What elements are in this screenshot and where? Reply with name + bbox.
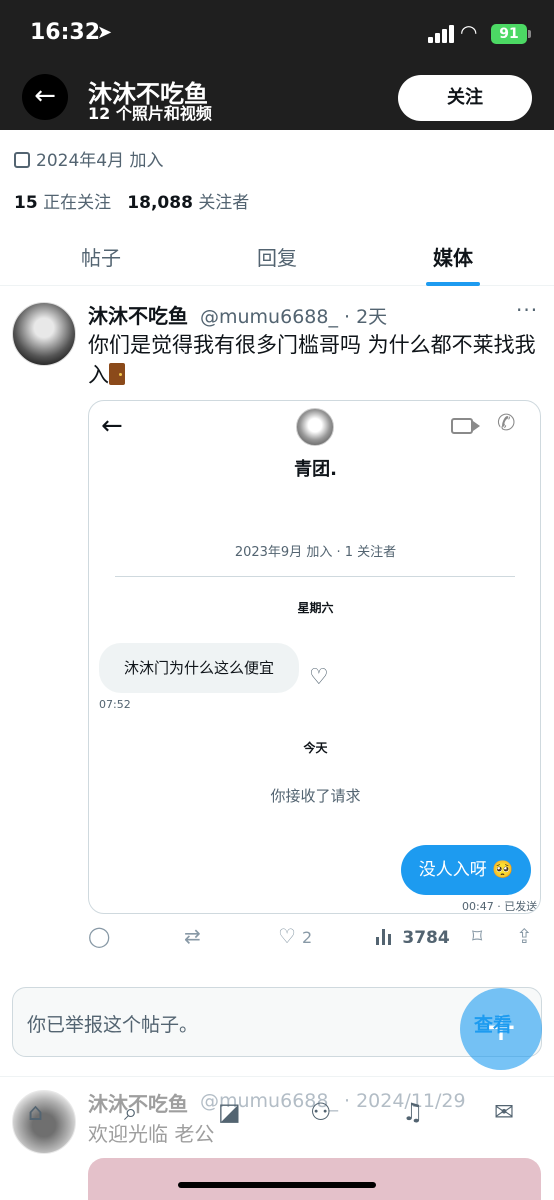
bar-chart-icon <box>376 927 396 945</box>
door-emoji-icon <box>109 363 125 385</box>
post-actions: ◯ ⇄ ♡ 2 3784 ⌑ ⇪ <box>88 924 542 954</box>
joined-date: 2024年4月 加入 <box>14 146 163 171</box>
avatar[interactable] <box>12 302 76 366</box>
more-options-icon[interactable]: ··· <box>516 298 538 322</box>
request-accepted-text: 你接收了请求 <box>270 787 361 805</box>
battery-indicator: 91 <box>491 24 531 44</box>
tab-media[interactable]: 媒体 <box>393 242 513 271</box>
home-icon[interactable]: ⌂ <box>28 1098 43 1126</box>
incoming-message: 沐沐门为什么这么便宜 <box>99 643 299 693</box>
arrow-left-icon: ← <box>34 81 56 111</box>
search-icon[interactable]: ⌕ <box>124 1098 137 1126</box>
follow-button[interactable]: 关注 <box>398 75 532 121</box>
heart-icon: ♡ <box>278 924 296 948</box>
post-media-image[interactable]: ← ✆ 青团. 2023年9月 加入 · 1 关注者 星期六 沐沐门为什么这么便… <box>88 400 541 914</box>
profile-media-count: 12 个照片和视频 <box>88 104 212 123</box>
reported-text: 你已举报这个帖子。 <box>27 1014 199 1036</box>
phone-icon: ✆ <box>497 411 516 436</box>
views-button[interactable]: 3784 <box>376 924 450 948</box>
chat-day-label: 星期六 <box>297 601 334 615</box>
profile-tabs: 帖子 回复 媒体 <box>0 230 554 286</box>
divider <box>115 576 515 577</box>
bookmark-icon[interactable]: ⌑ <box>472 924 482 948</box>
divider <box>0 1076 554 1077</box>
video-call-icon <box>451 418 480 434</box>
like-count: 2 <box>301 928 313 947</box>
post-text: 你们是觉得我有很多门槛哥吗 为什么都不莱找我入 <box>88 333 536 387</box>
view-count: 3784 <box>402 928 450 948</box>
tab-replies[interactable]: 回复 <box>217 242 337 271</box>
notifications-bell-icon[interactable]: ♫ <box>402 1098 424 1126</box>
outgoing-status: 00:47 · 已发送 <box>462 900 538 913</box>
back-button[interactable]: ← <box>22 74 68 120</box>
messages-envelope-icon[interactable]: ✉ <box>494 1098 514 1126</box>
grok-icon[interactable]: ◪ <box>218 1098 241 1126</box>
incoming-time: 07:52 <box>99 698 131 711</box>
heart-plus-icon: ♡ <box>309 665 329 690</box>
repost-icon[interactable]: ⇄ <box>184 924 201 948</box>
avatar <box>296 408 334 446</box>
chat-today-label: 今天 <box>303 741 328 755</box>
reply-icon[interactable]: ◯ <box>88 924 110 948</box>
chat-title: 青团. <box>294 459 337 480</box>
chat-joined-info: 2023年9月 加入 · 1 关注者 <box>234 545 397 560</box>
view-reported-button[interactable]: 查看 <box>474 1010 512 1037</box>
tab-posts[interactable]: 帖子 <box>41 242 161 271</box>
communities-icon[interactable]: ⚇ <box>310 1098 332 1126</box>
home-indicator <box>178 1182 376 1188</box>
post-author[interactable]: 沐沐不吃鱼 <box>88 300 188 329</box>
status-time: 16:32 <box>30 20 101 45</box>
like-button[interactable]: ♡ 2 <box>278 924 312 948</box>
location-arrow-icon: ➤ <box>97 22 113 43</box>
cellular-signal-icon <box>428 25 454 43</box>
post-handle-time: @mumu6688_ · 2天 <box>200 306 388 328</box>
outgoing-message: 没人入呀 🥺 <box>401 845 531 895</box>
top-bar: 16:32 ➤ ◠ 91 ← 沐沐不吃鱼 12 个照片和视频 关注 <box>0 0 554 130</box>
wifi-icon: ◠ <box>460 20 478 44</box>
followers-link[interactable]: 18,088 关注者 <box>127 193 249 213</box>
calendar-icon <box>14 152 30 168</box>
following-link[interactable]: 15 正在关注 <box>14 193 111 213</box>
arrow-left-icon: ← <box>101 411 123 441</box>
share-icon[interactable]: ⇪ <box>516 924 533 948</box>
follow-stats: 15 正在关注 18,088 关注者 <box>14 188 249 213</box>
active-tab-indicator <box>426 282 480 286</box>
